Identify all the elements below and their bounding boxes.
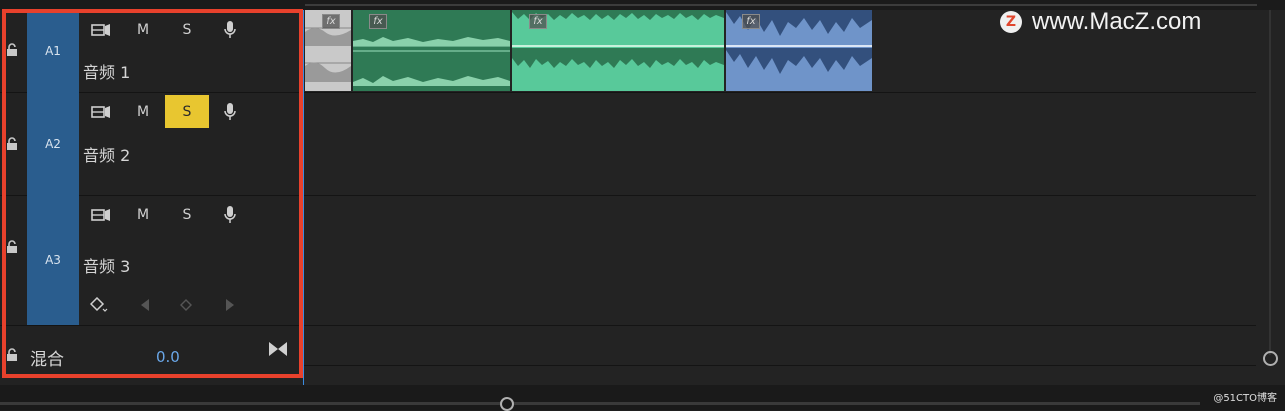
solo-button[interactable]: S — [165, 95, 209, 128]
sync-lock-button[interactable] — [79, 13, 123, 46]
track-target-a3[interactable]: A3 — [27, 195, 79, 325]
track-target-a1[interactable]: A1 — [27, 10, 79, 92]
track-name: 音频 1 — [83, 63, 131, 82]
lock-icon[interactable] — [5, 43, 19, 57]
sync-lock-icon — [91, 105, 110, 118]
credit-text: @51CTO博客 — [1213, 393, 1277, 404]
track-header-a3: A3 M S 音频 3 — [0, 195, 303, 326]
triangle-left-icon — [141, 299, 149, 311]
voiceover-record-button[interactable] — [208, 13, 252, 46]
timeline-lanes: fx fx fx fx — [303, 10, 1257, 385]
track-id-label: A1 — [45, 44, 61, 58]
mute-button[interactable]: M — [121, 13, 165, 46]
track-id-label: A3 — [45, 253, 61, 267]
mute-button[interactable]: M — [121, 198, 165, 231]
audio-clip[interactable]: fx — [353, 10, 510, 91]
sync-lock-button[interactable] — [79, 95, 123, 128]
bottom-bar: @51CTO博客 — [0, 385, 1285, 411]
vertical-scrollbar[interactable] — [1256, 10, 1285, 385]
fx-badge: fx — [369, 14, 387, 29]
sync-lock-icon — [91, 208, 110, 221]
sync-lock-icon — [91, 23, 110, 36]
fx-badge: fx — [742, 14, 760, 29]
diamond-icon — [180, 299, 192, 311]
sync-lock-button[interactable] — [79, 198, 123, 231]
lock-icon[interactable] — [5, 137, 19, 151]
microphone-icon — [224, 20, 236, 38]
audio-clip[interactable]: fx — [512, 10, 724, 91]
mix-label: 混合 — [30, 350, 64, 370]
mute-button[interactable]: M — [121, 95, 165, 128]
lane-a2 — [304, 92, 1257, 196]
keyframe-toggle-button[interactable] — [88, 294, 110, 316]
lane-a3 — [304, 195, 1257, 326]
master-mix-row: 混合 0.0 — [0, 335, 303, 380]
bowtie-icon[interactable] — [268, 341, 288, 361]
audio-clip[interactable]: fx — [726, 10, 872, 91]
scroll-zoom-handle[interactable] — [1263, 351, 1278, 366]
track-target-a2[interactable]: A2 — [27, 92, 79, 195]
add-keyframe-button[interactable] — [175, 294, 197, 316]
voiceover-record-button[interactable] — [208, 198, 252, 231]
mix-volume-value[interactable]: 0.0 — [156, 348, 180, 366]
lane-mix — [304, 325, 1257, 366]
horizontal-scrollbar[interactable] — [0, 402, 1200, 405]
lock-icon[interactable] — [5, 348, 19, 362]
lock-icon[interactable] — [5, 240, 19, 254]
solo-button[interactable]: S — [165, 13, 209, 46]
solo-button[interactable]: S — [165, 198, 209, 231]
audio-timeline-panel: A1 M S 音频 1 A2 M S 音频 2 A3 M S 音频 3 混合 0… — [0, 0, 1285, 411]
track-name: 音频 2 — [83, 146, 131, 165]
fx-badge: fx — [529, 14, 547, 29]
previous-keyframe-button[interactable] — [134, 294, 156, 316]
voiceover-record-button[interactable] — [208, 95, 252, 128]
watermark: Z www.MacZ.com — [1000, 7, 1201, 37]
microphone-icon — [224, 102, 236, 120]
keyframe-diamond-icon — [90, 297, 108, 312]
microphone-icon — [224, 205, 236, 223]
next-keyframe-button[interactable] — [219, 294, 241, 316]
audio-clip[interactable]: fx — [305, 10, 351, 91]
horizontal-scroll-handle[interactable] — [500, 397, 514, 411]
track-headers: A1 M S 音频 1 A2 M S 音频 2 A3 M S 音频 3 混合 0… — [0, 10, 303, 385]
track-header-a2: A2 M S 音频 2 — [0, 92, 303, 196]
macz-logo-icon: Z — [1000, 11, 1022, 33]
track-id-label: A2 — [45, 136, 61, 151]
watermark-text: www.MacZ.com — [1032, 8, 1202, 35]
track-header-a1: A1 M S 音频 1 — [0, 10, 303, 93]
fx-badge: fx — [322, 14, 340, 29]
track-name: 音频 3 — [83, 257, 131, 276]
triangle-right-icon — [226, 299, 234, 311]
